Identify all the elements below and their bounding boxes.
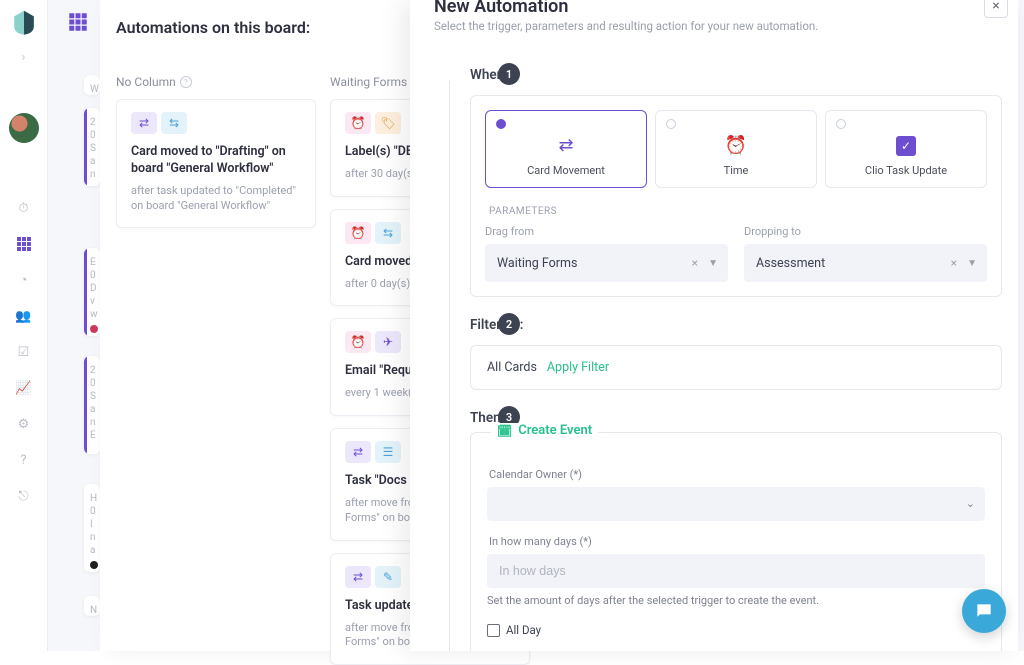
swap-icon: ⇆ bbox=[161, 112, 187, 134]
trigger-label: Clio Task Update bbox=[865, 164, 947, 177]
swap-icon: ⇄ bbox=[558, 135, 573, 156]
left-rail: › ⏱ ◔ 👥 ☑ 📈 ⚙ ? ⎋ bbox=[0, 0, 48, 651]
trigger-clio-task[interactable]: ✓ Clio Task Update bbox=[825, 110, 987, 188]
trigger-label: Card Movement bbox=[527, 164, 605, 177]
board-grid-icon[interactable] bbox=[68, 12, 90, 34]
swap-icon: ⇄ bbox=[345, 566, 371, 588]
card-sub: after task updated to "Completed" on boa… bbox=[131, 184, 301, 214]
swap-icon: ⇆ bbox=[375, 222, 401, 244]
all-day-checkbox[interactable] bbox=[487, 624, 500, 637]
dropping-to-label: Dropping to bbox=[744, 225, 987, 238]
ghost-col-header: W bbox=[84, 75, 100, 95]
clock-icon: ⏰ bbox=[345, 331, 371, 353]
chevron-down-icon: ⌄ bbox=[966, 497, 975, 510]
calendar-owner-select[interactable] bbox=[487, 487, 985, 521]
step-number-1: 1 bbox=[498, 63, 520, 85]
app-logo bbox=[10, 8, 38, 36]
tag-icon: 🏷 bbox=[375, 112, 401, 134]
new-automation-modal: New Automation Select the trigger, param… bbox=[410, 0, 1018, 651]
filter-box: All Cards Apply Filter bbox=[470, 345, 1002, 390]
card-title: Card moved to "Drafting" on board "Gener… bbox=[131, 144, 301, 178]
radio-icon bbox=[836, 119, 846, 129]
when-box: ⇄ Card Movement ⏰ Time ✓ Clio Task Updat… bbox=[470, 95, 1002, 297]
days-label: In how many days (*) bbox=[489, 535, 985, 548]
trigger-time[interactable]: ⏰ Time bbox=[655, 110, 817, 188]
step-number-2: 2 bbox=[498, 313, 520, 335]
automation-card[interactable]: ⇄ ⇆ Card moved to "Drafting" on board "G… bbox=[116, 99, 316, 228]
clear-icon[interactable]: × bbox=[692, 256, 698, 270]
gauge-icon[interactable]: ◔ bbox=[15, 271, 33, 289]
chevron-right-icon[interactable]: › bbox=[22, 50, 26, 65]
dropping-to-select[interactable]: Assessment × ▼ bbox=[744, 244, 987, 282]
steps-container: 1 When... ⇄ Card Movement ⏰ Time bbox=[410, 47, 1018, 651]
radio-icon bbox=[666, 119, 676, 129]
step-filter-title: Filter By: bbox=[470, 317, 1002, 333]
check-icon[interactable]: ☑ bbox=[15, 343, 33, 361]
apply-filter-link[interactable]: Apply Filter bbox=[547, 360, 609, 375]
modal-title: New Automation bbox=[434, 0, 1002, 17]
trigger-label: Time bbox=[724, 164, 749, 177]
chevron-down-icon: ▼ bbox=[708, 258, 718, 269]
edit-icon: ✎ bbox=[375, 566, 401, 588]
clear-icon[interactable]: × bbox=[951, 256, 957, 270]
select-value: Waiting Forms bbox=[497, 256, 577, 271]
modal-subtitle: Select the trigger, parameters and resul… bbox=[434, 19, 1002, 33]
automations-panel: Automations on this board: No Column ? ⇄… bbox=[100, 0, 410, 651]
timer-icon[interactable]: ⏱ bbox=[15, 199, 33, 217]
close-button[interactable]: × bbox=[984, 0, 1008, 18]
swap-icon: ⇄ bbox=[345, 441, 371, 463]
automations-header: Automations on this board: bbox=[100, 0, 410, 43]
drag-from-label: Drag from bbox=[485, 225, 728, 238]
info-icon[interactable]: ? bbox=[180, 76, 192, 88]
users-icon[interactable]: 👥 bbox=[15, 307, 33, 325]
logout-icon[interactable]: ⎋ bbox=[15, 487, 33, 505]
grid-icon[interactable] bbox=[15, 235, 33, 253]
send-icon: ✈ bbox=[375, 331, 401, 353]
clock-icon: ⏰ bbox=[725, 135, 747, 156]
ghost-footer: N bbox=[84, 596, 100, 616]
ghost-card: H 0 I n a bbox=[84, 484, 100, 572]
all-day-label: All Day bbox=[506, 623, 541, 637]
check-icon: ✓ bbox=[896, 136, 916, 156]
column-no-column: No Column ? bbox=[116, 43, 316, 99]
clock-icon: ⏰ bbox=[345, 222, 371, 244]
ghost-card: 2 0 S a n E bbox=[84, 356, 100, 454]
trigger-card-movement[interactable]: ⇄ Card Movement bbox=[485, 110, 647, 188]
ghost-card: 2 0 S a n bbox=[84, 108, 100, 186]
radio-icon bbox=[496, 119, 506, 129]
gear-icon[interactable]: ⚙ bbox=[15, 415, 33, 433]
select-value: Assessment bbox=[756, 256, 825, 271]
days-input[interactable] bbox=[487, 554, 985, 588]
calendar-icon: 🗓 bbox=[497, 424, 512, 438]
filter-all-cards: All Cards bbox=[487, 360, 537, 375]
avatar[interactable] bbox=[9, 113, 39, 143]
days-help: Set the amount of days after the selecte… bbox=[487, 594, 985, 607]
help-icon[interactable]: ? bbox=[15, 451, 33, 469]
calendar-owner-label: Calendar Owner (*) bbox=[489, 468, 985, 481]
chart-icon[interactable]: 📈 bbox=[15, 379, 33, 397]
step-when-title: When... bbox=[470, 67, 1002, 83]
parameters-label: Parameters bbox=[489, 206, 987, 217]
create-event-header: Create Event bbox=[518, 423, 592, 438]
chat-button[interactable] bbox=[962, 589, 1006, 633]
ghost-card: E 0 D v w bbox=[84, 248, 100, 336]
drag-from-select[interactable]: Waiting Forms × ▼ bbox=[485, 244, 728, 282]
swap-icon: ⇄ bbox=[131, 112, 157, 134]
chevron-down-icon: ▼ bbox=[967, 258, 977, 269]
clock-icon: ⏰ bbox=[345, 112, 371, 134]
list-icon: ☰ bbox=[375, 441, 401, 463]
